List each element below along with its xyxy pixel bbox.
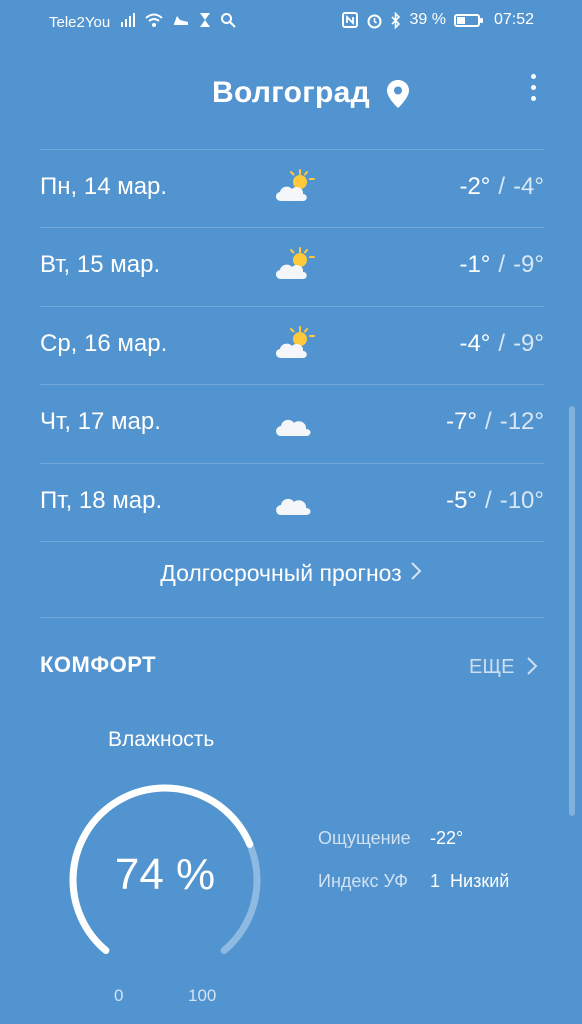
nfc-icon [342,12,359,28]
temp-high: -2° [459,173,491,200]
forecast-temps: -5° / -10° [446,487,544,515]
temp-separator: / [498,173,506,200]
city-name[interactable]: Волгоград [212,76,370,110]
forecast-day: Чт, 17 мар. [40,408,161,436]
feels-like-row: Ощущение -22° [318,828,463,849]
uv-index-label: Индекс УФ [318,871,408,891]
location-pin-icon[interactable] [386,79,410,109]
forecast-row[interactable]: Пт, 18 мар. -5° / -10° [40,463,544,541]
forecast-temps: -4° / -9° [459,330,544,358]
forecast-temps: -2° / -4° [459,173,544,201]
chevron-right-icon [410,560,422,587]
shoe-icon [174,16,188,25]
forecast-day: Вт, 15 мар. [40,251,161,279]
search-icon [221,13,236,28]
forecast-row[interactable]: Вт, 15 мар. -1° / -9° [40,227,544,305]
temp-separator: / [498,251,506,279]
temp-separator: / [485,408,492,436]
comfort-more-label: ЕЩЕ [469,656,515,678]
temp-separator: / [485,486,492,514]
clock: 07:52 [493,11,534,28]
status-icons-right: 39 % 07:52 [342,11,534,29]
temp-low: -4° [513,173,544,200]
forecast-row[interactable]: Чт, 17 мар. -7° / -12° [40,384,544,462]
carrier-name: Tele2You [49,14,111,31]
more-vert-icon[interactable] [526,74,540,108]
long-term-forecast-link[interactable]: Долгосрочный прогноз [0,560,582,587]
temp-high: -5° [446,486,478,514]
wifi-icon [145,13,163,27]
comfort-more-button[interactable]: ЕЩЕ [469,656,538,679]
uv-index-value: 1 Низкий [430,871,509,892]
divider [40,617,544,618]
battery-fill [456,16,465,24]
partly-sunny-icon [272,324,316,364]
feels-like-value: -22° [430,828,464,848]
forecast-day: Ср, 16 мар. [40,329,168,357]
feels-like-label: Ощущение [318,828,411,848]
humidity-label: Влажность [108,728,215,751]
app-header: Волгоград [0,60,582,124]
uv-index-row: Индекс УФ 1 Низкий [318,871,509,892]
battery-percent: 39 % [409,11,446,28]
uv-index-level: Низкий [450,871,510,891]
long-term-forecast-label: Долгосрочный прогноз [160,560,402,586]
partly-sunny-icon [272,167,316,207]
status-icons-left [120,12,236,28]
temp-low: -12° [499,408,544,436]
bluetooth-icon [391,11,401,29]
temp-high: -7° [446,408,478,436]
battery-icon [453,13,483,27]
temp-low: -9° [513,329,544,357]
forecast-row[interactable]: Ср, 16 мар. -4° / -9° [40,306,544,384]
cloud-icon [272,481,316,521]
alarm-icon [367,14,382,28]
chevron-right-icon [527,657,538,675]
forecast-row[interactable]: Пн, 14 мар. -2° / -4° [40,149,544,227]
temp-separator: / [498,329,506,357]
uv-index-number: 1 [430,871,441,891]
partly-sunny-icon [272,245,316,285]
temp-high: -4° [459,329,491,357]
forecast-temps: -7° / -12° [446,408,544,436]
cloud-icon [272,402,316,442]
divider [40,541,544,542]
forecast-day: Пт, 18 мар. [40,486,163,514]
forecast-temps: -1° / -9° [459,251,544,279]
status-bar: Tele2You 39 % 07:52 [0,0,582,44]
temp-low: -9° [513,251,544,279]
gauge-min-label: 0 [114,986,124,1005]
gauge-max-label: 100 [188,986,217,1005]
forecast-day: Пн, 14 мар. [40,173,168,200]
humidity-value: 74 % [114,850,216,899]
temp-high: -1° [459,251,491,279]
temp-low: -10° [499,486,544,514]
signal-icon [121,13,135,27]
hourglass-icon [200,13,210,27]
scrollbar[interactable] [569,406,575,816]
comfort-title: КОМФОРТ [40,652,157,677]
